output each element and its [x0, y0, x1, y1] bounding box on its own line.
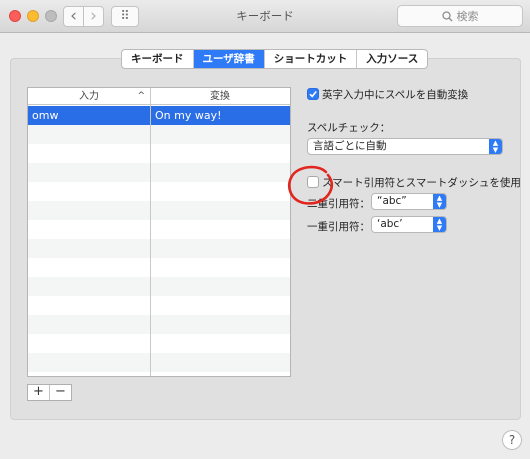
- table-row[interactable]: omw On my way!: [28, 106, 290, 125]
- zoom-window-button[interactable]: [45, 10, 57, 22]
- empty-row: [28, 144, 290, 163]
- column-header-input[interactable]: 入力 ^: [28, 88, 150, 105]
- help-button[interactable]: ?: [502, 430, 522, 450]
- popup-arrows-icon: ▲ ▼: [433, 194, 446, 209]
- single-quote-label: 一重引用符：: [307, 221, 370, 233]
- add-remove-control: + −: [27, 384, 72, 401]
- single-quote-value: ‘abc’: [377, 218, 403, 230]
- tab-input-sources[interactable]: 入力ソース: [357, 50, 427, 68]
- chevron-right-icon: ›: [90, 6, 97, 26]
- tab-shortcuts[interactable]: ショートカット: [265, 50, 358, 68]
- empty-row: [28, 125, 290, 144]
- sort-ascending-icon: ^: [137, 91, 145, 101]
- empty-row: [28, 277, 290, 296]
- spell-check-value: 言語ごとに自動: [313, 140, 387, 152]
- popup-arrows-icon: ▲ ▼: [489, 139, 502, 154]
- empty-row: [28, 353, 290, 372]
- spell-check-popup[interactable]: 言語ごとに自動 ▲ ▼: [307, 138, 503, 155]
- remove-entry-button[interactable]: −: [50, 385, 71, 400]
- table-header: 入力 ^ 変換: [28, 88, 290, 105]
- empty-row: [28, 201, 290, 220]
- search-placeholder: 検索: [456, 10, 479, 23]
- double-quote-popup[interactable]: “abc” ▲ ▼: [371, 193, 447, 210]
- empty-row: [28, 220, 290, 239]
- cell-output: On my way!: [155, 109, 222, 122]
- window-title: キーボード: [236, 9, 294, 23]
- single-quote-popup[interactable]: ‘abc’ ▲ ▼: [371, 216, 447, 233]
- grid-icon: ⠿: [120, 9, 130, 24]
- cell-input: omw: [32, 109, 59, 122]
- close-window-button[interactable]: [9, 10, 21, 22]
- add-entry-button[interactable]: +: [28, 385, 50, 400]
- column-header-output-label: 変換: [210, 91, 230, 102]
- search-icon: [441, 10, 452, 21]
- checkmark-icon: [309, 90, 317, 98]
- empty-row: [28, 258, 290, 277]
- minimize-window-button[interactable]: [27, 10, 39, 22]
- auto-correct-checkbox[interactable]: [307, 88, 319, 100]
- title-bar: ‹ › ⠿ キーボード 検索: [0, 0, 530, 33]
- column-divider: [150, 88, 151, 376]
- search-field[interactable]: 検索: [397, 5, 523, 27]
- column-header-output[interactable]: 変換: [150, 88, 290, 105]
- annotation-circle: [288, 165, 334, 205]
- show-all-button[interactable]: ⠿: [111, 6, 139, 27]
- tab-keyboard[interactable]: キーボード: [122, 50, 194, 68]
- auto-correct-label: 英字入力中にスペルを自動変換: [322, 89, 469, 101]
- forward-button[interactable]: ›: [83, 6, 104, 27]
- back-button[interactable]: ‹: [63, 6, 84, 27]
- empty-row: [28, 334, 290, 353]
- popup-arrows-icon: ▲ ▼: [433, 217, 446, 232]
- empty-row: [28, 315, 290, 334]
- empty-row: [28, 239, 290, 258]
- empty-row: [28, 163, 290, 182]
- double-quote-value: “abc”: [377, 195, 407, 207]
- tab-bar: キーボード ユーザ辞書 ショートカット 入力ソース: [121, 49, 429, 69]
- empty-row: [28, 296, 290, 315]
- spell-check-label: スペルチェック：: [307, 122, 391, 134]
- dictionary-table[interactable]: 入力 ^ 変換 omw On my way!: [27, 87, 291, 377]
- column-header-input-label: 入力: [79, 91, 99, 102]
- tab-user-dictionary[interactable]: ユーザ辞書: [193, 50, 265, 68]
- chevron-left-icon: ‹: [70, 6, 77, 26]
- empty-row: [28, 182, 290, 201]
